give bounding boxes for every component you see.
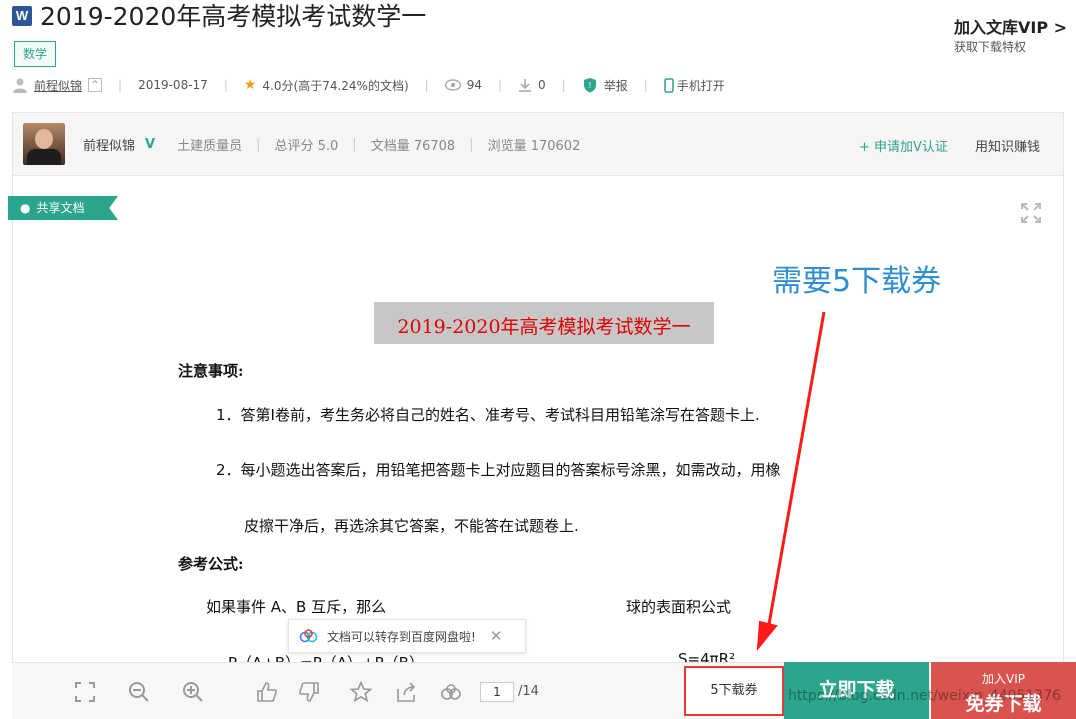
close-icon[interactable]: ✕ (490, 627, 503, 645)
tooltip-text: 文档可以转存到百度网盘啦! (327, 629, 476, 644)
watermark-url: https://blog.csdn.net/weixin_44051376 (788, 688, 1062, 704)
annotation-text: 需要5下载券 (772, 264, 942, 299)
formula-left: 如果事件 A、B 互斥，那么 (206, 598, 387, 616)
voucher-price-button[interactable]: 5下载券 (684, 666, 784, 716)
author-link[interactable]: 前程似锦 (34, 77, 82, 94)
word-file-icon: W (12, 6, 32, 26)
zoom-out-icon[interactable] (128, 681, 150, 703)
save-to-netdisk-tooltip: 文档可以转存到百度网盘啦! ✕ (288, 619, 526, 653)
notice-item-2-cont: 皮擦干净后，再选涂其它答案，不能答在试题卷上. (244, 517, 579, 535)
apply-v-link[interactable]: + 申请加V认证 (859, 136, 948, 155)
notice-item-2: 2．每小题选出答案后，用铅笔把答题卡上对应题目的答案标号涂黑，如需改动，用橡 (216, 461, 781, 479)
page-root: W 2019-2020年高考模拟考试数学一 数学 加入文库VIP > 获取下载特… (0, 0, 1076, 719)
fullscreen-icon[interactable] (1020, 202, 1042, 224)
author-name[interactable]: 前程似锦 (83, 135, 135, 154)
doc-count: 文档量 76708 (370, 139, 456, 154)
svg-text:!: ! (588, 81, 591, 90)
formula-right: 球的表面积公式 (626, 598, 732, 616)
author-role: 土建质量员 (177, 139, 243, 154)
shared-doc-tag: ● 共享文档 (8, 196, 118, 220)
earn-link[interactable]: 用知识赚钱 (975, 136, 1040, 155)
formula-left-eq: P（A+B）=P（A）+P（B） (228, 652, 424, 662)
notice-heading: 注意事项: (178, 362, 244, 380)
mobile-open-link[interactable]: 手机打开 (677, 77, 725, 94)
page-total: /14 (518, 684, 539, 699)
doc-title: 2019-2020年高考模拟考试数学一 (397, 316, 691, 338)
download-count: 0 (538, 78, 546, 92)
share-icon[interactable] (396, 681, 418, 703)
formula-right-eq: S=4πR² (678, 650, 736, 662)
doc-meta-bar: 前程似锦 ^ | 2019-08-17 | ★ 4.0分(高于74.24%的文档… (12, 74, 725, 96)
star-icon: ★ (243, 77, 257, 93)
page-title: 2019-2020年高考模拟考试数学一 (40, 2, 427, 31)
favorite-star-icon[interactable] (350, 681, 372, 703)
fit-screen-icon[interactable] (74, 681, 96, 703)
upload-date: 2019-08-17 (138, 78, 208, 92)
download-icon (519, 79, 532, 92)
cloud-icon (299, 629, 318, 643)
avatar[interactable] (23, 123, 65, 165)
view-total: 浏览量 170602 (487, 139, 581, 154)
verified-v-icon: V (145, 137, 156, 152)
view-count: 94 (466, 78, 482, 92)
netdisk-save-icon[interactable] (440, 681, 462, 703)
vip-subtitle: 获取下载特权 (954, 40, 1027, 54)
category-tag[interactable]: 数学 (14, 41, 57, 67)
thumbs-down-icon[interactable] (298, 681, 320, 703)
zoom-in-icon[interactable] (182, 681, 204, 703)
author-stats: 前程似锦 V 土建质量员 | 总评分 5.0 | 文档量 76708 | 浏览量… (83, 135, 581, 154)
shield-icon: ! (583, 78, 596, 93)
mobile-icon (664, 77, 674, 93)
notice-item-1: 1．答第Ⅰ卷前，考生务必将自己的姓名、准考号、考试科目用铅笔涂写在答题卡上. (216, 406, 760, 424)
collapse-icon[interactable]: ^ (88, 78, 103, 92)
thumbs-up-icon[interactable] (256, 681, 278, 703)
rating-text: 4.0分(高于74.24%的文档) (262, 78, 409, 93)
user-icon (13, 78, 27, 93)
eye-icon (444, 79, 461, 91)
vip-download-line1: 加入VIP (982, 672, 1025, 686)
shared-doc-label: 共享文档 (36, 201, 85, 215)
join-vip-link[interactable]: 加入文库VIP > (954, 14, 1067, 38)
author-info-bar: 前程似锦 V 土建质量员 | 总评分 5.0 | 文档量 76708 | 浏览量… (12, 112, 1064, 176)
page-number-input[interactable]: 1 (480, 682, 514, 702)
report-link[interactable]: 举报 (604, 77, 628, 94)
user-icon: ● (20, 201, 31, 215)
formula-heading: 参考公式: (178, 555, 244, 573)
total-score: 总评分 5.0 (274, 139, 339, 154)
